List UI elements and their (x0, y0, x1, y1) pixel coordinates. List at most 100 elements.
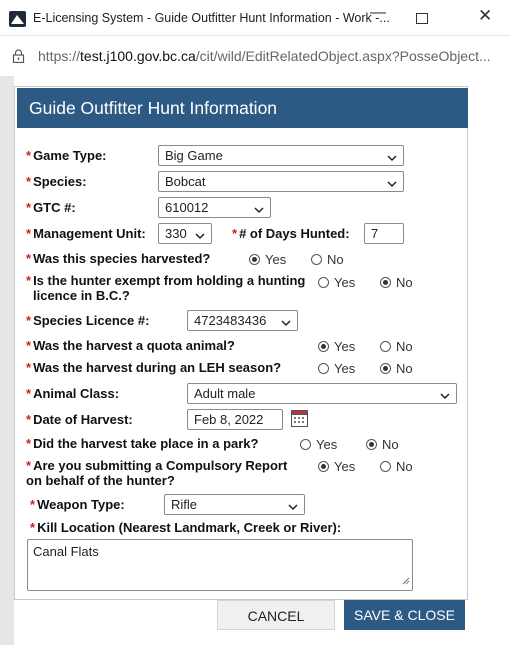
quota-no-radio[interactable]: No (380, 339, 413, 354)
date-of-harvest-label-text: Date of Harvest: (33, 412, 133, 427)
date-of-harvest-value: Feb 8, 2022 (194, 412, 264, 427)
required-mark: * (232, 226, 238, 241)
radio-dot (380, 341, 391, 352)
species-licence-label-text: Species Licence #: (33, 313, 150, 328)
species-label: * Species: (26, 174, 87, 189)
species-select[interactable]: Bobcat (158, 171, 404, 192)
required-mark: * (26, 273, 32, 288)
animal-class-select[interactable]: Adult male (187, 383, 457, 404)
leh-no-label: No (396, 361, 413, 376)
exempt-no-label: No (396, 275, 413, 290)
radio-dot (249, 254, 260, 265)
management-unit-label-text: Management Unit: (33, 226, 146, 241)
close-icon[interactable]: ✕ (478, 6, 492, 26)
harvested-yes-radio[interactable]: Yes (249, 252, 286, 267)
chevron-down-icon (281, 315, 291, 330)
radio-dot (318, 341, 329, 352)
harvested-yes-label: Yes (265, 252, 287, 267)
url-text[interactable]: https://test.j100.gov.bc.ca/cit/wild/Edi… (38, 48, 491, 64)
url-prefix: https:// (38, 48, 81, 64)
game-type-label-text: Game Type: (33, 148, 107, 163)
park-no-label: No (382, 437, 399, 452)
address-bar[interactable]: https://test.j100.gov.bc.ca/cit/wild/Edi… (0, 36, 510, 76)
calendar-icon[interactable] (291, 410, 308, 432)
game-type-label: * Game Type: (26, 148, 107, 163)
exempt-yes-label: Yes (334, 275, 356, 290)
resize-grip-icon[interactable] (402, 573, 410, 588)
save-and-close-button[interactable]: SAVE & CLOSE (344, 600, 465, 630)
park-yes-radio[interactable]: Yes (300, 437, 337, 452)
quota-label-text: Was the harvest a quota animal? (33, 338, 235, 353)
compulsory-yes-radio[interactable]: Yes (318, 459, 355, 474)
gtc-label-text: GTC #: (33, 200, 76, 215)
game-type-value: Big Game (165, 148, 223, 163)
days-hunted-label: * # of Days Hunted: (232, 226, 350, 241)
required-mark: * (26, 458, 32, 473)
park-label-text: Did the harvest take place in a park? (33, 436, 259, 451)
management-unit-select[interactable]: 330 (158, 223, 212, 244)
weapon-type-select[interactable]: Rifle (164, 494, 305, 515)
quota-yes-radio[interactable]: Yes (318, 339, 355, 354)
cancel-button[interactable]: CANCEL (217, 600, 335, 630)
weapon-type-label: * Weapon Type: (30, 497, 125, 512)
management-unit-label: * Management Unit: (26, 226, 146, 241)
quota-label: * Was the harvest a quota animal? (26, 338, 235, 353)
harvested-no-label: No (327, 252, 344, 267)
leh-no-radio[interactable]: No (380, 361, 413, 376)
chevron-down-icon (387, 176, 397, 191)
exempt-no-radio[interactable]: No (380, 275, 413, 290)
animal-class-label: * Animal Class: (26, 386, 119, 401)
gtc-value: 610012 (165, 200, 209, 215)
required-mark: * (30, 520, 36, 535)
weapon-type-label-text: Weapon Type: (37, 497, 125, 512)
date-of-harvest-input[interactable]: Feb 8, 2022 (187, 409, 283, 430)
park-no-radio[interactable]: No (366, 437, 399, 452)
species-label-text: Species: (33, 174, 87, 189)
required-mark: * (26, 251, 32, 266)
days-hunted-input[interactable]: 7 (364, 223, 404, 244)
kill-location-textarea[interactable]: Canal Flats (27, 539, 413, 591)
radio-dot (380, 363, 391, 374)
date-of-harvest-label: * Date of Harvest: (26, 412, 133, 427)
harvested-no-radio[interactable]: No (311, 252, 344, 267)
radio-dot (318, 461, 329, 472)
radio-dot (380, 277, 391, 288)
quota-yes-label: Yes (334, 339, 356, 354)
chevron-down-icon (387, 150, 397, 165)
required-mark: * (26, 412, 32, 427)
exempt-label-line1: Is the hunter exempt from holding a hunt… (33, 273, 306, 288)
chevron-down-icon (440, 388, 450, 403)
species-value: Bobcat (165, 174, 206, 189)
weapon-type-value: Rifle (171, 497, 198, 512)
url-path: /cit/wild/EditRelatedObject.aspx?PosseOb… (195, 48, 491, 64)
radio-dot (300, 439, 311, 450)
radio-dot (366, 439, 377, 450)
compulsory-label-line2: on behalf of the hunter? (26, 473, 175, 488)
lock-icon (12, 49, 25, 68)
required-mark: * (26, 386, 32, 401)
exempt-yes-radio[interactable]: Yes (318, 275, 355, 290)
harvested-label-text: Was this species harvested? (33, 251, 211, 266)
days-hunted-value: 7 (371, 226, 379, 241)
radio-dot (318, 277, 329, 288)
species-licence-select[interactable]: 4723483436 (187, 310, 298, 331)
harvested-label: * Was this species harvested? (26, 251, 210, 266)
park-label: * Did the harvest take place in a park? (26, 436, 258, 451)
leh-label-text: Was the harvest during an LEH season? (33, 360, 282, 375)
gtc-select[interactable]: 610012 (158, 197, 271, 218)
compulsory-no-radio[interactable]: No (380, 459, 413, 474)
kill-location-label-text: Kill Location (Nearest Landmark, Creek o… (37, 520, 342, 535)
quota-no-label: No (396, 339, 413, 354)
leh-yes-radio[interactable]: Yes (318, 361, 355, 376)
compulsory-label: * Are you submitting a Compulsory Report (26, 458, 287, 473)
compulsory-yes-label: Yes (334, 459, 356, 474)
gtc-label: * GTC #: (26, 200, 76, 215)
minimize-icon[interactable]: — (370, 4, 386, 22)
game-type-select[interactable]: Big Game (158, 145, 404, 166)
chevron-down-icon (254, 202, 264, 217)
url-host: test.j100.gov.bc.ca (80, 48, 196, 64)
kill-location-value: Canal Flats (33, 544, 99, 559)
required-mark: * (26, 226, 32, 241)
required-mark: * (30, 497, 36, 512)
maximize-icon[interactable] (416, 13, 428, 24)
